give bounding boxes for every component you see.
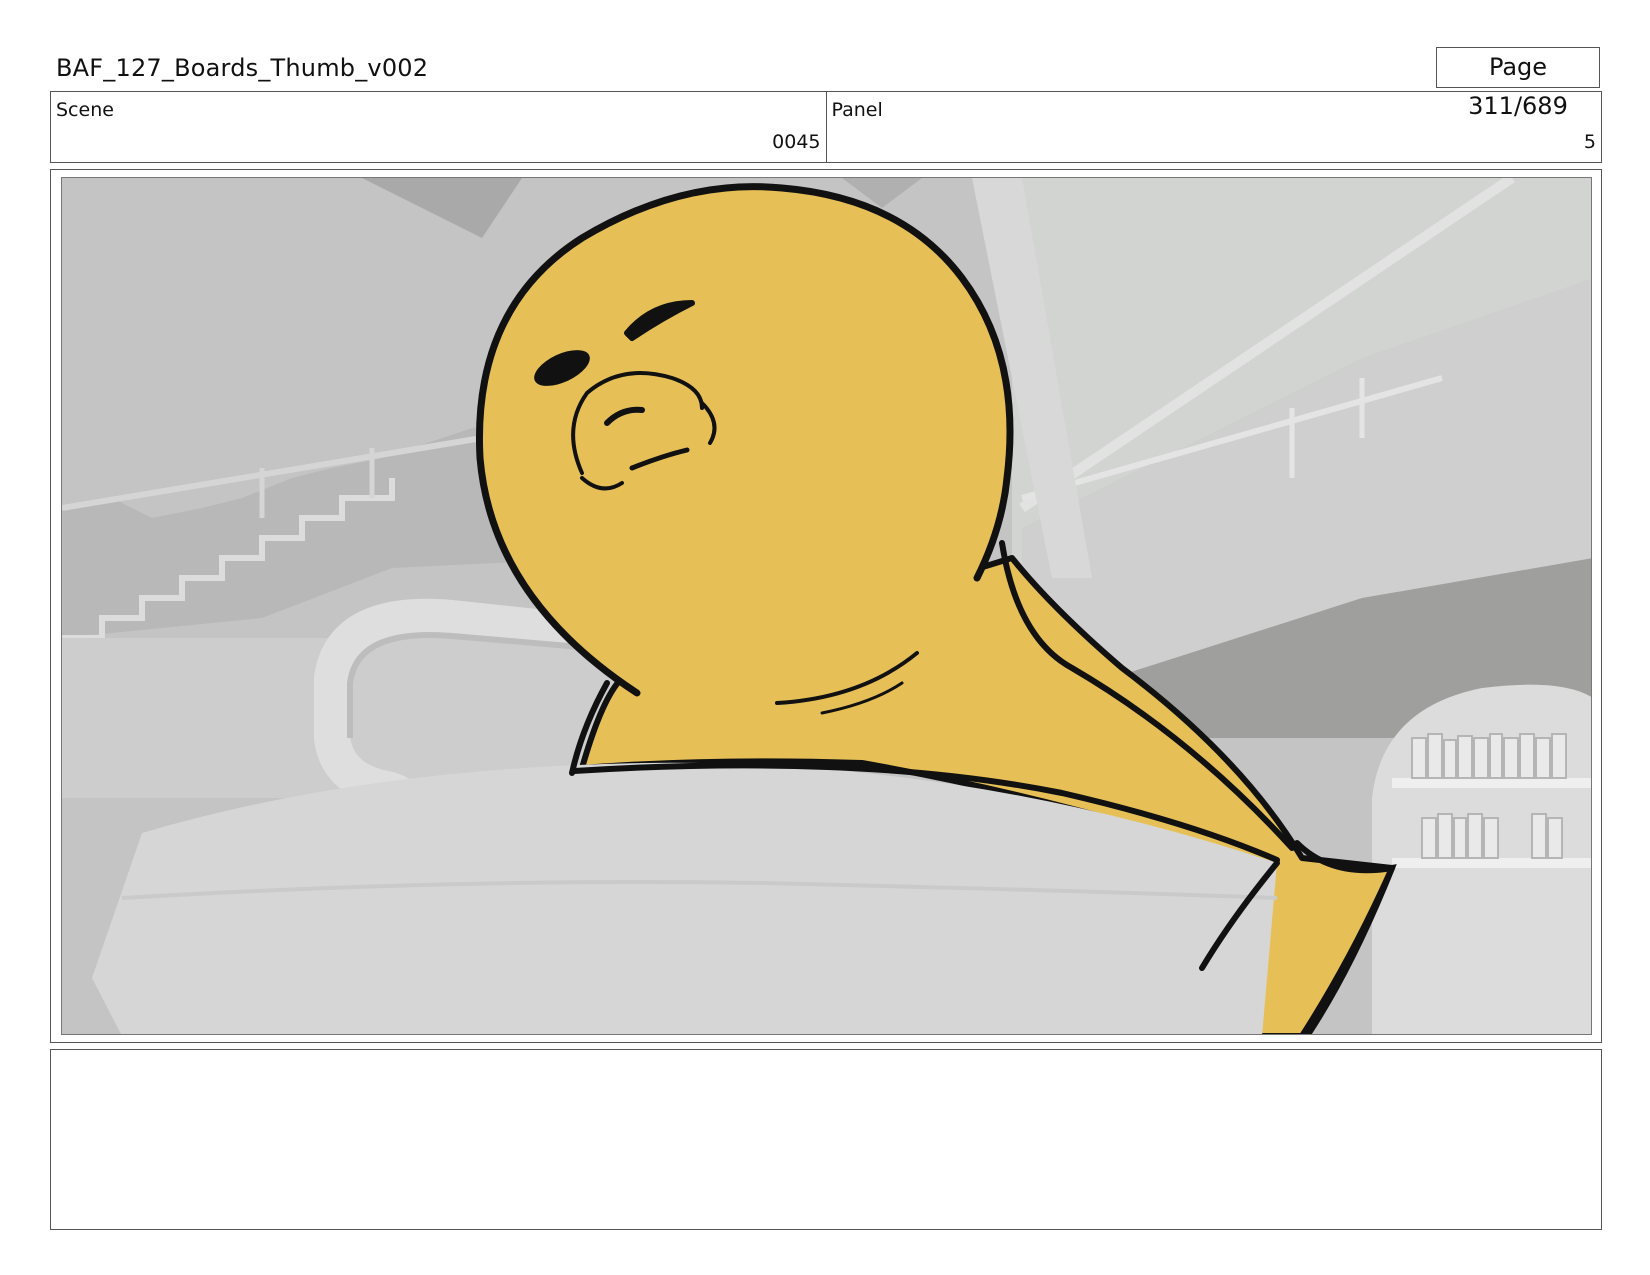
storyboard-drawing <box>62 178 1591 1034</box>
bookshelf-shelf <box>1392 858 1591 868</box>
page-counter: Page 311/689 <box>1436 47 1600 120</box>
document-title: BAF_127_Boards_Thumb_v002 <box>56 54 429 82</box>
panel-label: Panel <box>831 99 883 121</box>
scene-cell: Scene 0045 <box>51 92 826 162</box>
panel-value: 5 <box>1583 131 1596 153</box>
scene-value: 0045 <box>772 131 821 153</box>
storyboard-panel-image <box>61 177 1592 1035</box>
bookshelf-shelf <box>1392 778 1591 788</box>
scene-panel-info: Scene 0045 Panel 5 <box>50 91 1602 163</box>
panel-cell: Panel 5 <box>825 92 1602 162</box>
panel-notes-box <box>50 1049 1602 1230</box>
scene-label: Scene <box>56 99 114 121</box>
